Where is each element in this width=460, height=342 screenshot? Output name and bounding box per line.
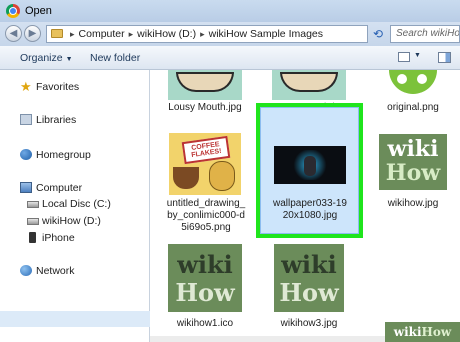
- file-name-line: untitled_drawing_: [166, 198, 246, 209]
- file-thumbnail-wikihow1[interactable]: wiki How: [168, 244, 242, 312]
- nav-item-iphone[interactable]: iPhone: [0, 230, 150, 246]
- breadcrumb: ▸ Computer ▸ wikiHow (D:) ▸ wikiHow Sample Im…: [69, 28, 326, 40]
- preview-pane-icon[interactable]: [438, 52, 451, 63]
- file-name[interactable]: original.png: [372, 102, 454, 114]
- file-name[interactable]: Lousy Mouth.jpg: [160, 102, 250, 114]
- watermark-wiki: wiki: [393, 325, 422, 339]
- view-options-icon[interactable]: [398, 52, 410, 62]
- nav-item-label: iPhone: [42, 232, 75, 244]
- homegroup-icon: [20, 149, 32, 160]
- watermark-how: How: [421, 325, 452, 339]
- network-icon: [20, 265, 32, 276]
- file-thumbnail-untitled-drawing[interactable]: COFFEE FLAKES!: [169, 133, 241, 195]
- chevron-down-icon[interactable]: ▼: [414, 52, 421, 59]
- refresh-icon[interactable]: ⟲: [370, 26, 386, 42]
- chrome-icon: [6, 4, 20, 18]
- horizontal-scrollbar[interactable]: [150, 336, 385, 342]
- nav-item-computer[interactable]: Computer: [0, 180, 150, 196]
- nav-item-label: Local Disc (C:): [42, 198, 111, 210]
- breadcrumb-folder[interactable]: wikiHow Sample Images: [209, 28, 323, 40]
- folder-icon: [51, 29, 63, 38]
- file-thumbnail-lousy-mouth-2[interactable]: [272, 70, 346, 100]
- library-icon: [20, 114, 32, 125]
- back-button[interactable]: ◀: [5, 25, 22, 42]
- file-name[interactable]: wikihow3.jpg: [264, 318, 354, 330]
- search-input[interactable]: Search wikiHow: [390, 25, 460, 43]
- title-bar: Open: [0, 0, 460, 22]
- breadcrumb-separator[interactable]: ▸: [200, 29, 205, 39]
- organize-label: Organize: [20, 52, 63, 64]
- nav-item-label: wikiHow (D:): [42, 215, 101, 227]
- selected-row-highlight: [0, 311, 150, 327]
- file-thumbnail-original[interactable]: [385, 70, 441, 98]
- nav-item-label: Network: [36, 265, 75, 277]
- logo-text: wiki: [281, 250, 337, 279]
- phone-icon: [29, 232, 36, 243]
- logo-text: How: [175, 278, 235, 307]
- breadcrumb-separator[interactable]: ▸: [129, 29, 134, 39]
- wikihow-watermark: wikiHow: [385, 322, 460, 342]
- nav-item-wikihow-drive[interactable]: wikiHow (D:): [0, 213, 150, 229]
- file-name[interactable]: wikihow1.ico: [160, 318, 250, 330]
- organize-button[interactable]: Organize ▼: [20, 52, 73, 64]
- disk-icon: [27, 201, 39, 208]
- new-folder-button[interactable]: New folder: [90, 52, 140, 64]
- logo-text: wiki: [387, 136, 439, 162]
- computer-icon: [20, 182, 32, 193]
- file-thumbnail-wikihow3[interactable]: wiki How: [274, 244, 344, 312]
- address-row: ◀ ▶ ▸ Computer ▸ wikiHow (D:) ▸ wikiHow Sampl…: [0, 22, 460, 46]
- window-title: Open: [25, 5, 52, 17]
- file-thumbnail-wikihow[interactable]: wiki How: [379, 134, 447, 190]
- toolbar: Organize ▼ New folder ▼: [0, 46, 460, 70]
- logo-text: How: [279, 278, 339, 307]
- file-name-line: 5i69o5.png: [181, 222, 231, 233]
- nav-item-libraries[interactable]: Libraries: [0, 112, 150, 128]
- nav-item-local-disc[interactable]: Local Disc (C:): [0, 196, 150, 212]
- selection-highlight-box: [256, 103, 363, 238]
- logo-text: wiki: [177, 250, 233, 279]
- breadcrumb-drive[interactable]: wikiHow (D:): [137, 28, 196, 40]
- nav-item-favorites[interactable]: ★ Favorites: [0, 79, 150, 95]
- breadcrumb-separator: ▸: [70, 29, 75, 39]
- disk-icon: [27, 218, 39, 225]
- file-name[interactable]: wikihow.jpg: [370, 198, 456, 210]
- file-name[interactable]: untitled_drawing_ by_conlimic000-d 5i69o…: [160, 198, 252, 234]
- chevron-down-icon: ▼: [65, 56, 73, 63]
- navigation-pane: ★ Favorites Libraries Homegroup Computer…: [0, 70, 150, 342]
- nav-item-homegroup[interactable]: Homegroup: [0, 147, 150, 163]
- nav-item-network[interactable]: Network: [0, 263, 150, 279]
- file-thumbnail-lousy-mouth[interactable]: [168, 70, 242, 100]
- star-icon: ★: [20, 79, 32, 94]
- nav-item-label: Homegroup: [36, 149, 91, 161]
- nav-item-label: Libraries: [36, 114, 77, 126]
- forward-button[interactable]: ▶: [24, 25, 41, 42]
- logo-text: How: [385, 160, 441, 186]
- address-bar[interactable]: ▸ Computer ▸ wikiHow (D:) ▸ wikiHow Sample Im…: [46, 25, 368, 43]
- nav-item-label: Favorites: [36, 81, 80, 93]
- nav-item-label: Computer: [36, 182, 83, 194]
- breadcrumb-computer[interactable]: Computer: [79, 28, 125, 40]
- file-name-line: by_conlimic000-d: [167, 210, 245, 221]
